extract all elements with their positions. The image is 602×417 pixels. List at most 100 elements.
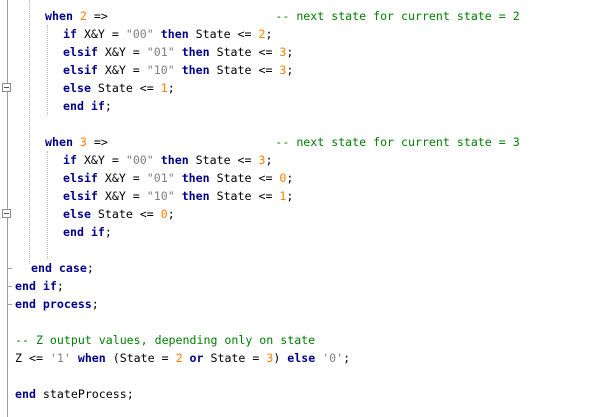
code-token-str: '0' [322, 351, 344, 365]
code-token-sp [77, 27, 84, 41]
code-token-txt: X&Y = [83, 27, 126, 41]
code-line[interactable]: Z <= '1' when (State = 2 or State = 3) e… [15, 349, 350, 367]
code-token-sp [175, 45, 182, 59]
code-token-num: 1 [160, 81, 168, 95]
code-token-txt: ; [343, 351, 351, 365]
code-token-txt: ; [167, 81, 175, 95]
code-token-txt: State <= [209, 63, 280, 77]
code-line[interactable]: elsif X&Y = "10" then State <= 3; [63, 61, 293, 79]
code-token-kw: then [181, 63, 210, 77]
code-token-sp [175, 63, 182, 77]
code-token-sp [175, 189, 182, 203]
code-line[interactable]: -- Z output values, depending only on st… [15, 331, 315, 349]
code-token-txt: ; [167, 207, 175, 221]
code-token-str: '1' [49, 351, 71, 365]
code-line[interactable]: else State <= 1; [63, 79, 175, 97]
code-line[interactable]: elsif X&Y = "10" then State <= 1; [63, 187, 293, 205]
code-token-kw: else [63, 207, 91, 221]
code-token-txt: ; [91, 297, 99, 311]
code-token-txt: ; [265, 27, 273, 41]
code-token-sp [175, 171, 182, 185]
code-token-sp [183, 351, 190, 365]
code-token-txt: State <= [188, 153, 259, 167]
code-token-kw: else [287, 351, 316, 365]
code-token-cmt: -- next state for current state = 3 [275, 135, 520, 149]
code-token-kw: end if [63, 225, 105, 239]
code-line[interactable]: if X&Y = "00" then State <= 2; [63, 25, 272, 43]
code-line[interactable]: end process; [15, 295, 99, 313]
code-token-txt: Z <= [15, 351, 50, 365]
code-line[interactable]: end if; [15, 277, 64, 295]
code-line[interactable]: else State <= 0; [63, 205, 175, 223]
code-token-cmt: -- Z output values, depending only on st… [15, 333, 316, 347]
code-token-txt: State <= [209, 171, 280, 185]
code-token-kw: when [77, 351, 106, 365]
code-token-sp [154, 27, 161, 41]
code-token-kw: or [189, 351, 204, 365]
code-token-txt: ) [273, 351, 288, 365]
code-token-txt: ; [265, 153, 273, 167]
code-token-kw: then [160, 27, 189, 41]
code-token-str: "10" [146, 189, 175, 203]
code-token-str: "01" [146, 171, 175, 185]
code-line[interactable]: when 3 => -- next state for current stat… [45, 133, 520, 151]
code-token-txt: X&Y = [97, 189, 147, 203]
indent-guide [29, 0, 30, 264]
code-token-str: "00" [125, 27, 154, 41]
code-line[interactable]: elsif X&Y = "01" then State <= 3; [63, 43, 293, 61]
code-token-kw: when [45, 9, 73, 23]
code-token-kw: end if [63, 99, 105, 113]
code-token-kw: end process [15, 297, 92, 311]
code-token-txt: ; [286, 45, 294, 59]
code-token-num: 0 [160, 207, 168, 221]
code-token-txt: ; [104, 99, 112, 113]
code-token-kw: elsif [63, 171, 98, 185]
code-editor[interactable]: when 2 => -- next state for current stat… [0, 0, 602, 417]
code-token-sp [87, 9, 94, 23]
code-token-txt: X&Y = [97, 45, 147, 59]
code-token-txt: X&Y = [83, 153, 126, 167]
fold-collapse-icon[interactable] [2, 83, 11, 92]
code-line[interactable]: if X&Y = "00" then State <= 3; [63, 151, 272, 169]
code-token-txt: X&Y = [97, 63, 147, 77]
code-line[interactable]: end case; [31, 259, 94, 277]
code-token-txt: ; [56, 279, 64, 293]
code-token-sp [73, 9, 80, 23]
code-token-num: 2 [175, 351, 183, 365]
code-line[interactable]: end if; [63, 97, 112, 115]
code-token-txt: => [93, 135, 108, 149]
indent-guide [47, 25, 48, 115]
code-token-str: "10" [146, 63, 175, 77]
code-line[interactable]: end if; [63, 223, 112, 241]
code-token-txt: stateProcess; [35, 387, 134, 401]
code-token-kw: end if [15, 279, 57, 293]
code-token-kw: then [181, 189, 210, 203]
code-token-txt: => [93, 9, 108, 23]
code-token-cmt: -- next state for current state = 2 [275, 9, 520, 23]
code-token-num: 3 [79, 135, 87, 149]
code-token-sp [73, 135, 80, 149]
code-token-kw: else [63, 81, 91, 95]
code-token-str: "00" [125, 153, 154, 167]
code-token-sp [71, 351, 78, 365]
indent-guide [47, 151, 48, 259]
code-token-txt: State <= [188, 27, 259, 41]
code-token-txt: X&Y = [97, 171, 147, 185]
code-line[interactable]: elsif X&Y = "01" then State <= 0; [63, 169, 293, 187]
code-token-kw: end [15, 387, 36, 401]
code-token-txt: State <= [209, 189, 280, 203]
fold-collapse-icon[interactable] [2, 209, 11, 218]
code-token-sp [108, 135, 276, 149]
code-token-sp [87, 135, 94, 149]
code-line[interactable]: when 2 => -- next state for current stat… [45, 7, 520, 25]
code-line[interactable]: end stateProcess; [15, 385, 134, 403]
code-token-txt: ; [86, 261, 94, 275]
code-token-kw: then [181, 171, 210, 185]
code-token-sp [108, 9, 276, 23]
code-token-txt: ; [286, 63, 294, 77]
fold-end-marker [7, 286, 12, 287]
code-token-txt: ; [286, 171, 294, 185]
code-token-kw: if [63, 153, 77, 167]
code-token-txt: State <= [90, 81, 161, 95]
fold-end-marker [7, 268, 12, 269]
